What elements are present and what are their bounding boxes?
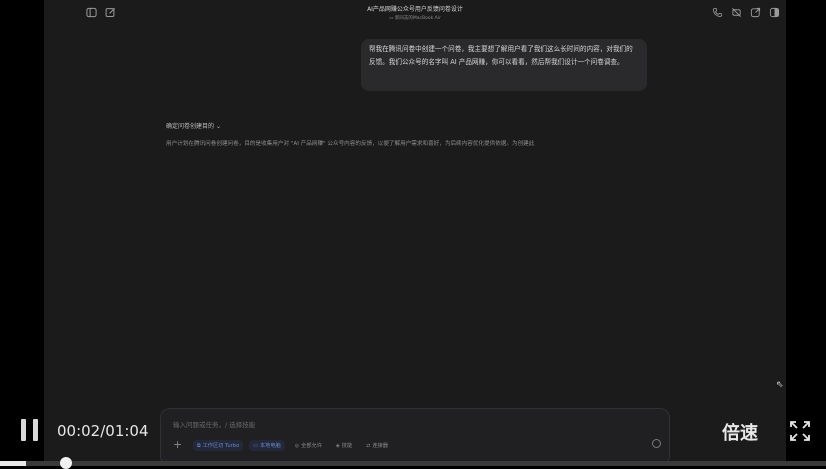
laptop-icon: ▭	[389, 16, 394, 21]
progress-track[interactable]	[0, 461, 826, 466]
progress-handle[interactable]	[60, 457, 72, 469]
mouse-cursor-icon: ⇖	[776, 380, 784, 390]
fullscreen-icon	[790, 421, 810, 441]
chevron-down-icon: ⌄	[215, 123, 221, 130]
chip-local-computer[interactable]: ▭ 本地电脑	[249, 440, 285, 451]
add-icon[interactable]: +	[173, 438, 182, 451]
progress-fill	[0, 461, 26, 466]
title-bar: AI产品网赚公众号用户反馈问卷设计 ▭ 新同志的MacBook Air	[44, 0, 786, 26]
task-section-header[interactable]: 确定问卷创建目的 ⌄	[166, 121, 221, 130]
chip-skills[interactable]: ◈ 技能	[332, 440, 356, 451]
playback-time: 00:02/01:04	[57, 422, 149, 440]
panel-toggle-icon[interactable]	[769, 7, 780, 18]
device-subtitle: ▭ 新同志的MacBook Air	[44, 15, 786, 21]
composer[interactable]: 输入问题或任务，/ 选择技能 + ⧉ 工作区切 Turbo ▭ 本地电脑 ◎ 全部允许…	[160, 408, 670, 466]
pause-button[interactable]	[21, 419, 39, 441]
laptop-icon: ▭	[253, 442, 258, 449]
cube-icon: ◈	[335, 442, 340, 449]
chip-connectors[interactable]: ⇄ 连接器	[362, 440, 392, 451]
playback-speed-button[interactable]: 倍速	[722, 419, 758, 445]
shield-icon: ◎	[294, 442, 300, 449]
window-title[interactable]: AI产品网赚公众号用户反馈问卷设计	[44, 4, 786, 13]
fullscreen-button[interactable]	[789, 420, 811, 442]
app-window: AI产品网赚公众号用户反馈问卷设计 ▭ 新同志的MacBook Air 帮我在腾…	[44, 0, 786, 466]
plug-icon: ⇄	[366, 442, 371, 449]
task-section-body: 用户计划在腾讯问卷创建问卷，目的是收集用户对 "AI 产品网赚" 公众号内容的反…	[166, 141, 535, 147]
chip-workspace[interactable]: ⧉ 工作区切 Turbo	[193, 440, 244, 451]
share-icon[interactable]	[750, 7, 761, 18]
device-name: 新同志的MacBook Air	[394, 16, 441, 21]
user-message-bubble: 帮我在腾讯问卷中创建一个问卷，我主要想了解用户看了我们这么长时间的内容，对我们的…	[361, 39, 647, 91]
pause-icon	[21, 419, 26, 441]
chip-allow-all[interactable]: ◎ 全部允许	[291, 440, 326, 451]
composer-input[interactable]: 输入问题或任务，/ 选择技能	[173, 419, 255, 429]
composer-chips: ⧉ 工作区切 Turbo ▭ 本地电脑 ◎ 全部允许 ◈ 技能 ⇄ 连接器	[193, 440, 392, 451]
monitor-icon: ⧉	[197, 442, 201, 449]
send-icon[interactable]	[652, 439, 661, 448]
phone-icon[interactable]	[712, 7, 723, 18]
mute-icon[interactable]	[731, 7, 742, 18]
task-section-title: 确定问卷创建目的	[166, 123, 215, 130]
